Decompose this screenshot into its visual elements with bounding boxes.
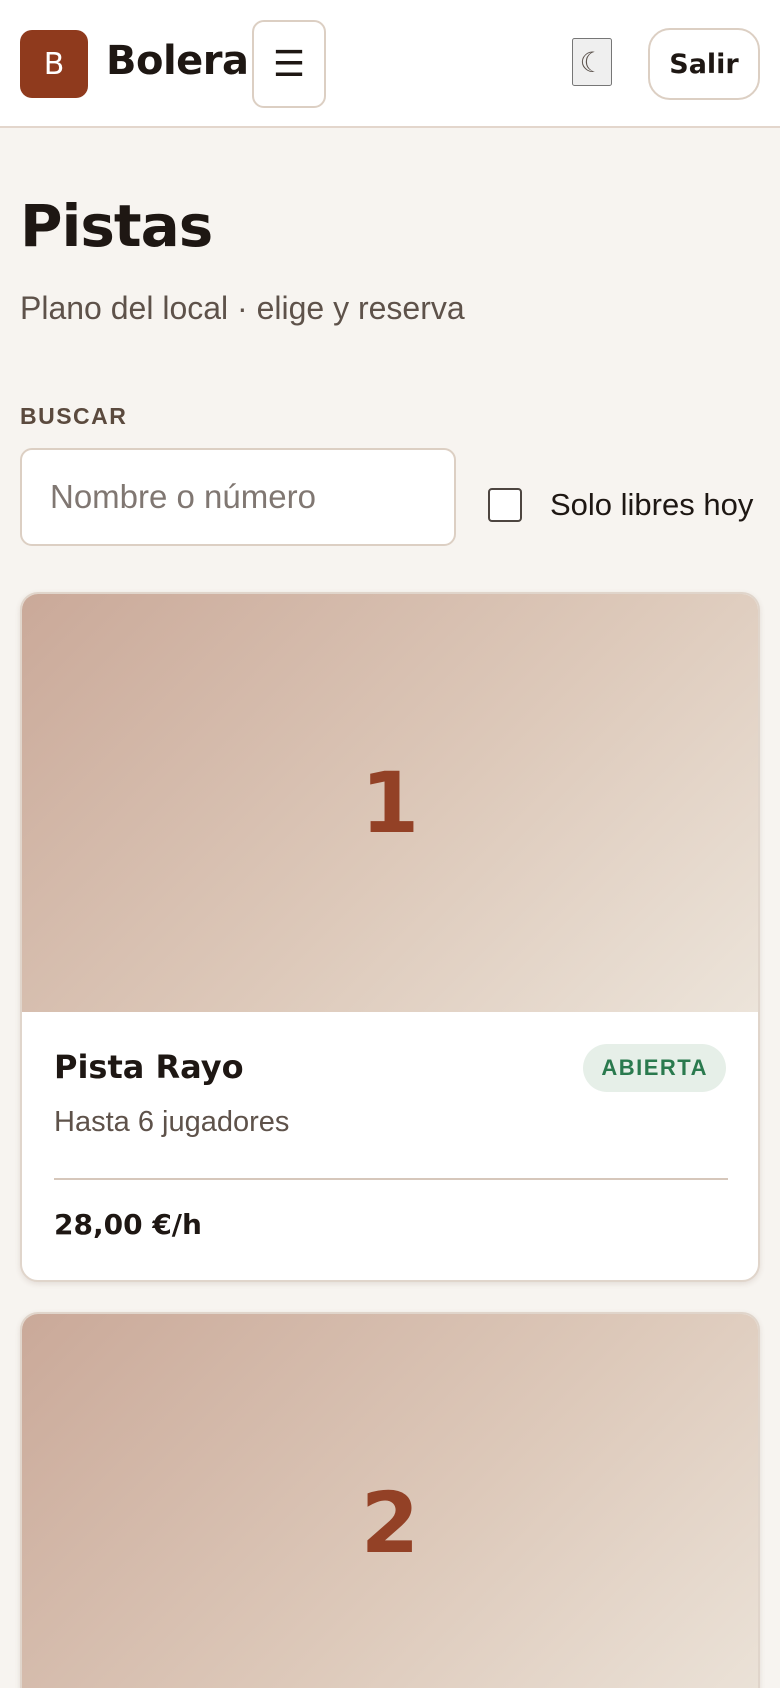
status-badge: ABIERTA: [583, 1044, 726, 1092]
page-subtitle: Plano del local · elige y reserva: [20, 290, 465, 326]
divider: [54, 1178, 728, 1180]
page-title: Pistas: [20, 192, 213, 260]
brand-name[interactable]: Bolera: [106, 38, 249, 84]
logo-badge[interactable]: B: [20, 30, 88, 98]
lane-number: 1: [360, 754, 420, 852]
moon-icon: ☾: [579, 45, 605, 79]
free-today-checkbox[interactable]: [488, 488, 522, 522]
lane-name: Pista Rayo: [54, 1048, 244, 1086]
lane-number: 2: [360, 1474, 420, 1572]
top-bar: B Bolera ☰ ☾ Salir: [0, 0, 780, 128]
logout-button[interactable]: Salir: [648, 28, 760, 100]
search-label: BUSCAR: [20, 403, 128, 429]
lane-card[interactable]: 1 Pista Rayo ABIERTA Hasta 6 jugadores 2…: [20, 592, 760, 1282]
lane-price: 28,00 €/h: [54, 1208, 202, 1241]
lane-capacity: Hasta 6 jugadores: [54, 1106, 290, 1138]
free-today-filter[interactable]: Solo libres hoy: [488, 480, 753, 530]
free-today-label[interactable]: Solo libres hoy: [550, 487, 753, 523]
search-input[interactable]: [20, 448, 456, 546]
theme-toggle-button[interactable]: ☾: [572, 38, 612, 86]
lane-card[interactable]: 2: [20, 1312, 760, 1688]
hamburger-icon: ☰: [272, 43, 306, 85]
menu-button[interactable]: ☰: [252, 20, 326, 108]
